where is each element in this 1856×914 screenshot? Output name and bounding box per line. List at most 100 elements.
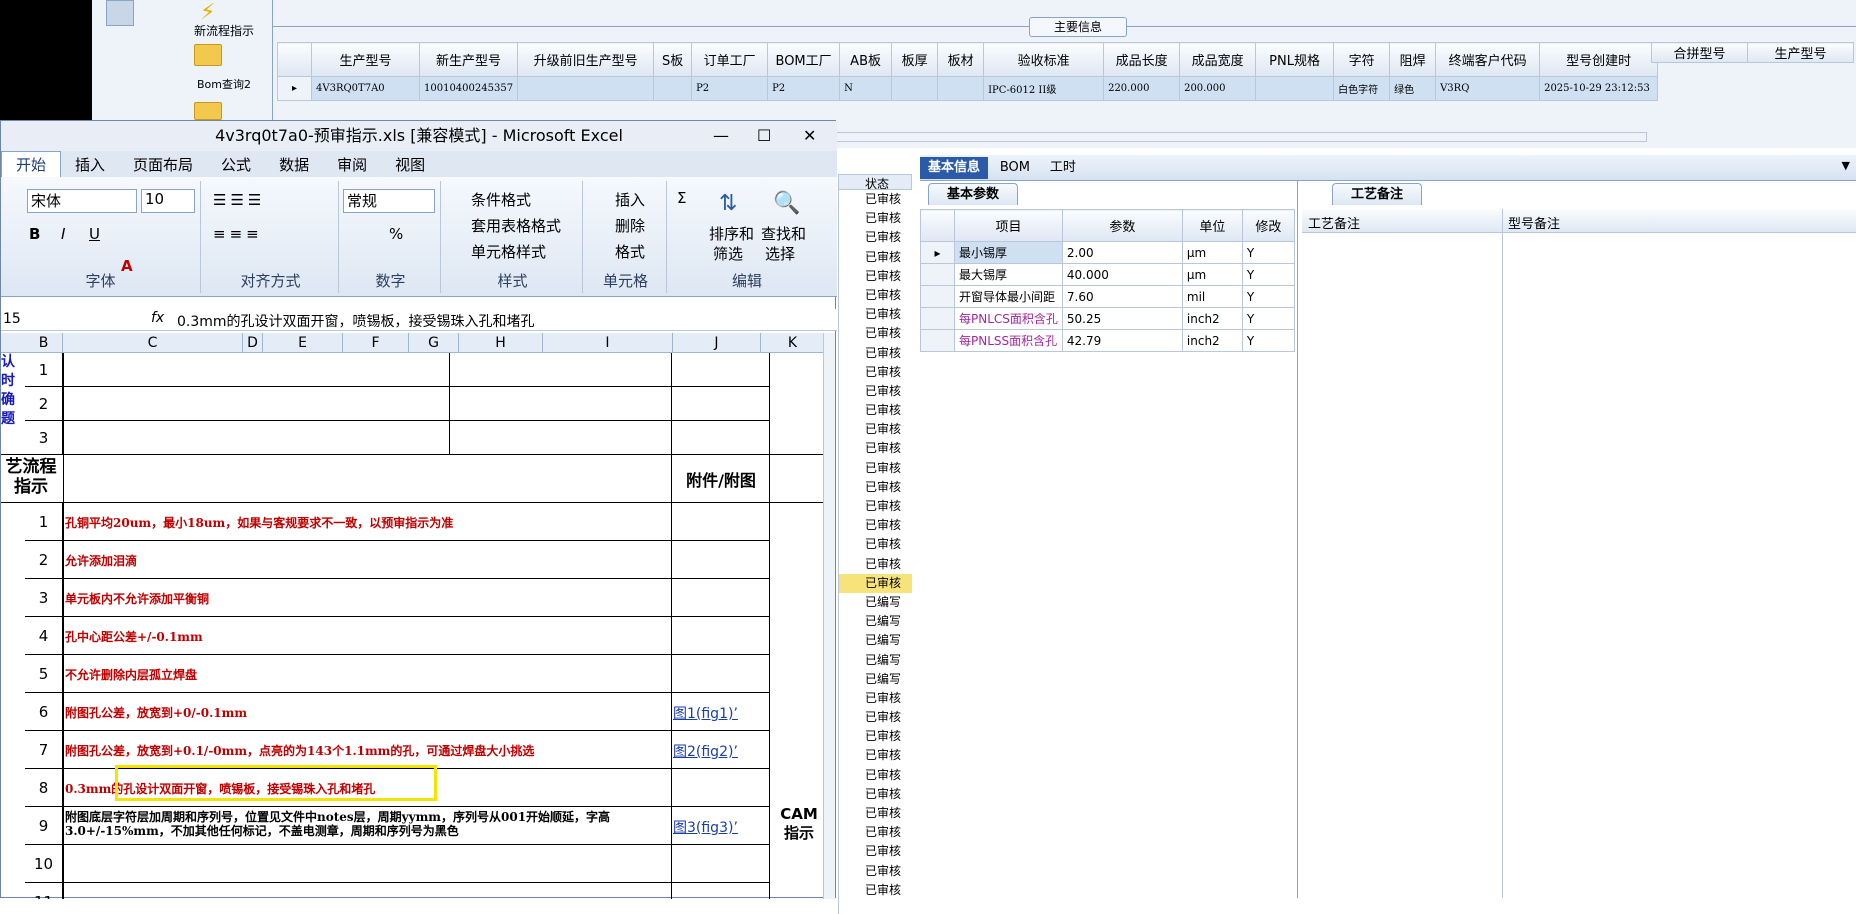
grid-cell[interactable] — [1255, 76, 1335, 101]
bold-button[interactable]: B — [29, 225, 40, 243]
status-item[interactable]: 已审核 — [839, 286, 912, 305]
menu-tab[interactable]: 公式 — [207, 152, 265, 178]
figure-link[interactable]: 图2(fig2)’ — [673, 741, 738, 761]
flow-icon[interactable] — [106, 0, 134, 26]
param-value[interactable]: 2.00 — [1061, 241, 1183, 264]
find-label[interactable]: 查找和 — [761, 223, 806, 244]
cell-text[interactable]: 附图孔公差，放宽到+0.1/-0mm，点亮的为143个1.1mm的孔，可通过焊盘… — [65, 742, 669, 759]
sort-label[interactable]: 排序和 — [709, 223, 754, 244]
status-item[interactable]: 已审核 — [839, 842, 912, 861]
align-icon[interactable]: ☰☰☰ — [213, 191, 265, 209]
justify-icon[interactable]: ≡≡≡ — [213, 225, 263, 243]
status-item[interactable]: 已编写 — [839, 593, 912, 612]
tab-basic-params[interactable]: 基本参数 — [928, 183, 1019, 205]
font-name-select[interactable]: 宋体 — [27, 189, 137, 213]
find-icon[interactable]: 🔍 — [773, 191, 800, 216]
grid-cell[interactable] — [517, 76, 655, 101]
param-header[interactable]: 修改 — [1241, 209, 1295, 242]
status-item[interactable]: 已审核 — [839, 823, 912, 842]
row-number[interactable]: 2 — [25, 541, 63, 579]
param-row[interactable]: 每PNLSS面积含孔 42.79 inch2 Y — [920, 329, 1295, 352]
status-item[interactable]: 已编写 — [839, 651, 912, 670]
status-item[interactable]: 已审核 — [839, 209, 912, 228]
tab-hours[interactable]: 工时 — [1042, 157, 1084, 179]
status-item[interactable]: 已审核 — [839, 363, 912, 382]
cell-text[interactable]: 允许添加泪滴 — [65, 552, 669, 569]
param-header[interactable]: 项目 — [954, 209, 1063, 242]
grid-cell[interactable]: 2025-10-29 23:12:53 — [1539, 76, 1659, 101]
grid-header[interactable]: 字符 — [1333, 42, 1391, 77]
grid-header[interactable]: 终端客户代码 — [1435, 42, 1541, 77]
grid-header[interactable]: 成品长度 — [1103, 42, 1181, 77]
status-item[interactable]: 已审核 — [839, 708, 912, 727]
merge-header[interactable]: 合拼型号 — [1651, 42, 1748, 63]
cell-text[interactable]: 孔铜平均20um，最小18um，如果与客规要求不一致，以预审指示为准 — [65, 514, 669, 531]
grid-cell[interactable]: 4V3RQ0T7A0 — [311, 76, 420, 101]
row-number[interactable]: 5 — [25, 655, 63, 693]
param-item[interactable]: 最小锡厚 — [954, 241, 1063, 264]
row-number[interactable]: 6 — [25, 693, 63, 731]
param-item[interactable]: 最大锡厚 — [954, 263, 1063, 286]
grid-cell[interactable]: 白色字符 — [1333, 76, 1391, 101]
name-box[interactable]: 15 — [3, 311, 89, 327]
grid-cell[interactable]: 绿色 — [1389, 76, 1437, 101]
folder-icon[interactable] — [194, 44, 222, 66]
filter-label[interactable]: 筛选 — [713, 243, 743, 264]
grid-cell[interactable]: P2 — [767, 76, 841, 101]
param-row[interactable]: 开窗导体最小间距 7.60 mil Y — [920, 285, 1295, 308]
status-header[interactable]: 状态 — [838, 174, 912, 191]
param-mod[interactable]: Y — [1241, 241, 1295, 264]
column-header[interactable]: D — [243, 333, 263, 353]
status-item[interactable]: 已审核 — [839, 439, 912, 458]
figure-link[interactable]: 图3(fig3)’ — [673, 817, 738, 837]
menu-tab[interactable]: 审阅 — [323, 152, 381, 178]
grid-header[interactable]: 成品宽度 — [1179, 42, 1257, 77]
param-unit[interactable]: μm — [1181, 241, 1243, 264]
grid-header[interactable]: 板厚 — [891, 42, 939, 77]
column-header[interactable]: G — [409, 333, 459, 353]
status-item[interactable]: 已审核 — [839, 881, 912, 900]
row-number[interactable]: 2 — [25, 387, 63, 421]
param-unit[interactable]: μm — [1181, 263, 1243, 286]
menu-tab[interactable]: 插入 — [61, 152, 119, 178]
status-item[interactable]: 已审核 — [839, 190, 912, 209]
grid-cell[interactable]: 200.000 — [1179, 76, 1257, 101]
selected-cell[interactable] — [115, 765, 437, 801]
conditional-format-button[interactable]: 条件格式 — [471, 189, 531, 210]
status-item[interactable]: 已审核 — [839, 804, 912, 823]
param-unit[interactable]: inch2 — [1181, 307, 1243, 330]
row-number[interactable]: 7 — [25, 731, 63, 769]
dropdown-icon[interactable]: ▼ — [1842, 159, 1850, 172]
param-row[interactable]: 每PNLCS面积含孔 50.25 inch2 Y — [920, 307, 1295, 330]
param-mod[interactable]: Y — [1241, 285, 1295, 308]
status-item[interactable]: 已编写 — [839, 612, 912, 631]
cell-text[interactable]: 附图底层字符层加周期和序列号，位置见文件中notes层，周期yymm，序列号从0… — [65, 810, 669, 838]
sort-filter-icon[interactable]: ⇅ — [719, 191, 737, 216]
figure-link[interactable]: 图1(fig1)’ — [673, 703, 738, 723]
grid-cell[interactable]: V3RQ — [1435, 76, 1541, 101]
grid-header[interactable]: 型号创建时 — [1539, 42, 1659, 77]
menu-tab[interactable]: 开始 — [1, 151, 62, 178]
number-format-select[interactable]: 常规 — [343, 189, 435, 213]
tab-craft-remark[interactable]: 工艺备注 — [1332, 183, 1423, 205]
insert-button[interactable]: 插入 — [615, 189, 645, 210]
vertical-scrollbar[interactable] — [823, 333, 835, 899]
param-unit[interactable]: inch2 — [1181, 329, 1243, 352]
column-header[interactable]: I — [543, 333, 673, 353]
grid-cell[interactable] — [891, 76, 939, 101]
param-value[interactable]: 40.000 — [1061, 263, 1183, 286]
column-header[interactable]: E — [263, 333, 343, 353]
status-item[interactable]: 已审核 — [839, 766, 912, 785]
row-number[interactable]: 1 — [25, 353, 63, 387]
delete-button[interactable]: 删除 — [615, 215, 645, 236]
format-button[interactable]: 格式 — [615, 241, 645, 262]
status-item[interactable]: 已审核 — [839, 727, 912, 746]
param-header[interactable]: 参数 — [1061, 209, 1183, 242]
status-item[interactable]: 已审核 — [839, 746, 912, 765]
status-item[interactable]: 已编写 — [839, 670, 912, 689]
bom-query-label[interactable]: Bom查询2 — [176, 76, 272, 92]
craft-remark-header[interactable]: 工艺备注 — [1308, 213, 1360, 232]
param-value[interactable]: 7.60 — [1061, 285, 1183, 308]
underline-button[interactable]: U — [89, 225, 100, 243]
menu-tab[interactable]: 视图 — [381, 152, 439, 178]
